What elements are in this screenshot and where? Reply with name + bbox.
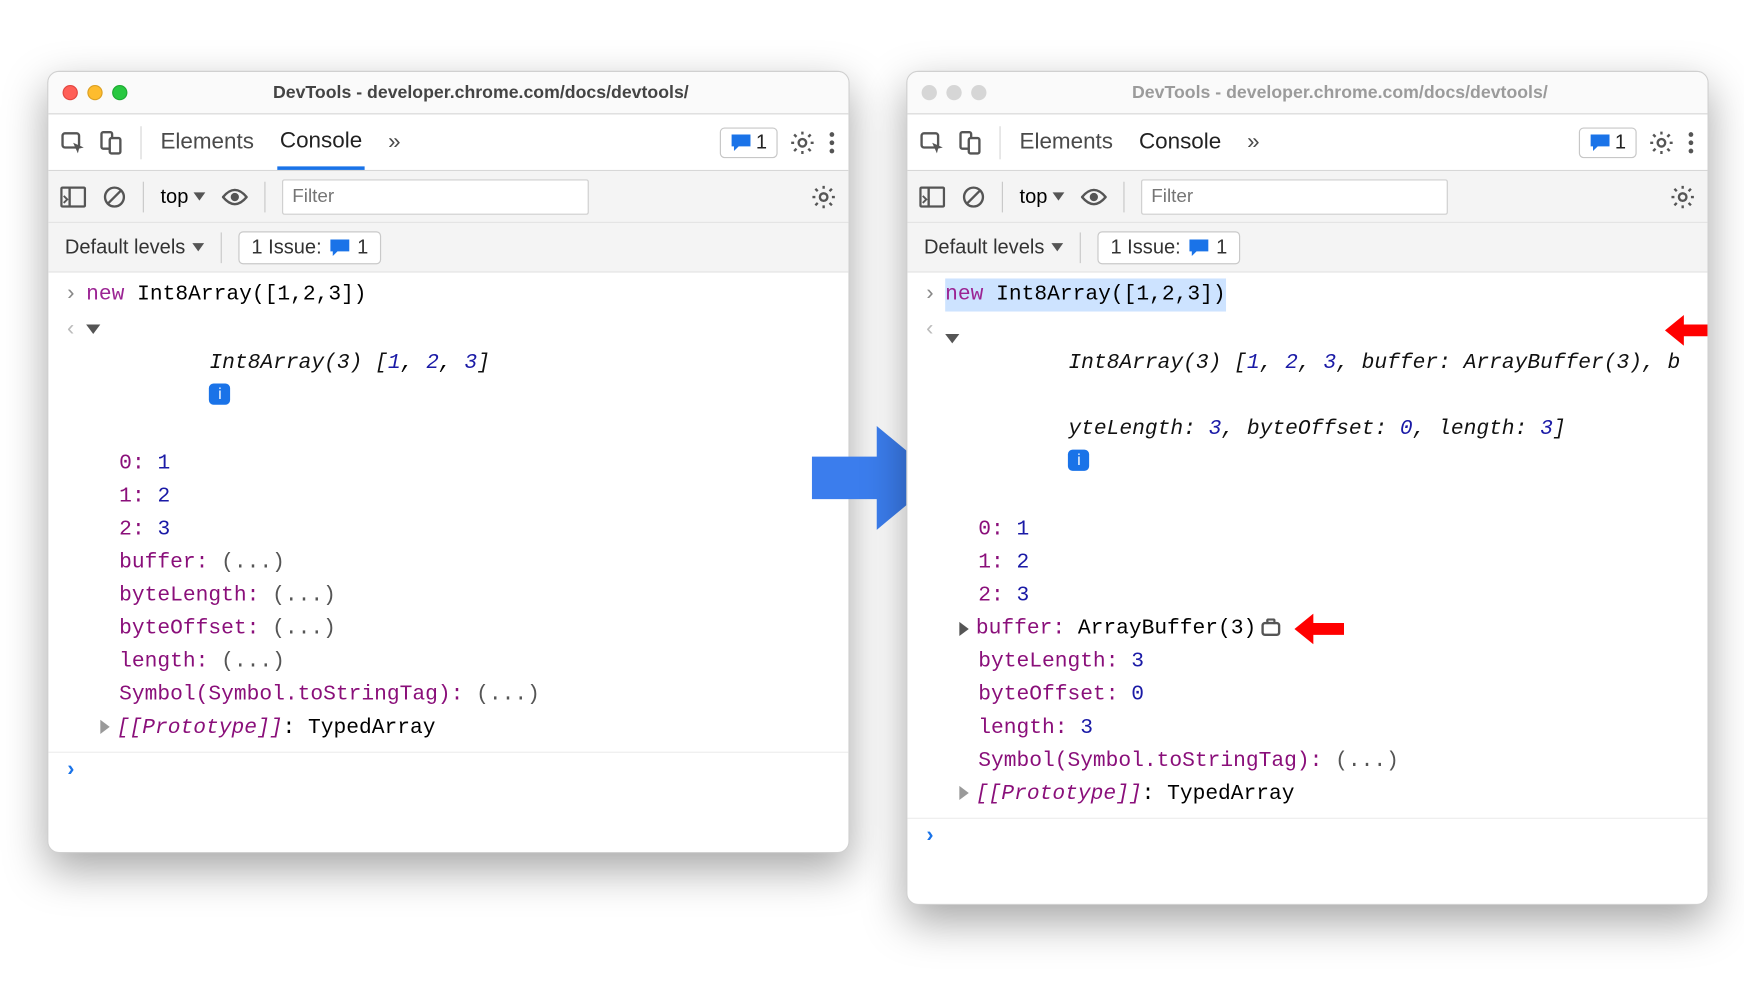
property-row[interactable]: 2: 3 [96, 513, 849, 546]
levels-selector[interactable]: Default levels [65, 235, 204, 259]
expand-icon[interactable] [959, 622, 968, 636]
chevron-right-icon: › [914, 278, 945, 311]
gear-icon[interactable] [789, 129, 815, 155]
messages-count: 1 [756, 130, 767, 154]
gear-icon[interactable] [1648, 129, 1674, 155]
device-icon[interactable] [957, 129, 983, 155]
context-selector[interactable]: top [1020, 185, 1064, 209]
property-row[interactable]: Symbol(Symbol.toStringTag): (...) [96, 679, 849, 712]
traffic-lights[interactable] [922, 85, 987, 100]
context-selector[interactable]: top [160, 185, 204, 209]
tab-elements[interactable]: Elements [1017, 117, 1115, 168]
main-toolbar: Elements Console » 1 [907, 114, 1707, 171]
expand-toggle-icon[interactable] [945, 334, 959, 343]
device-icon[interactable] [98, 129, 124, 155]
inspect-icon[interactable] [919, 129, 945, 155]
console-output: › new Int8Array([1,2,3]) ‹ Int8Array(3) … [48, 273, 848, 852]
console-result-row[interactable]: ‹ Int8Array(3) [1, 2, 3, buffer: ArrayBu… [907, 313, 1707, 514]
prompt-icon: › [55, 754, 86, 787]
console-input-row[interactable]: › new Int8Array([1,2,3]) [907, 277, 1707, 312]
console-prompt-row[interactable]: › [907, 818, 1707, 855]
property-row[interactable]: byteLength: 3 [955, 645, 1708, 678]
traffic-lights[interactable] [63, 85, 128, 100]
issues-button[interactable]: 1 Issue: 1 [238, 231, 381, 264]
property-row[interactable]: 0: 1 [955, 513, 1708, 546]
tab-elements[interactable]: Elements [158, 117, 256, 168]
chevron-down-icon [1051, 243, 1063, 251]
chevron-left-icon: ‹ [914, 314, 945, 347]
devtools-window-left: DevTools - developer.chrome.com/docs/dev… [47, 71, 849, 853]
property-row[interactable]: buffer: (...) [96, 546, 849, 579]
property-row[interactable]: length: (...) [96, 645, 849, 678]
prompt-icon: › [914, 820, 945, 853]
console-sidebar-icon[interactable] [60, 185, 86, 209]
expand-icon[interactable] [959, 786, 968, 800]
console-input-row[interactable]: › new Int8Array([1,2,3]) [48, 277, 848, 312]
property-row[interactable]: 0: 1 [96, 447, 849, 480]
levels-selector[interactable]: Default levels [924, 235, 1063, 259]
property-row[interactable]: byteOffset: 0 [955, 679, 1708, 712]
console-filter-bar: Default levels 1 Issue: 1 [48, 223, 848, 273]
chevron-down-icon [1052, 192, 1064, 200]
live-expression-icon[interactable] [1080, 187, 1106, 206]
property-row[interactable]: [[Prototype]]: TypedArray [955, 778, 1708, 811]
clear-icon[interactable] [103, 185, 127, 209]
chevron-right-icon: › [55, 278, 86, 311]
devtools-window-right: DevTools - developer.chrome.com/docs/dev… [906, 71, 1708, 905]
chevron-down-icon [192, 243, 204, 251]
window-title: DevTools - developer.chrome.com/docs/dev… [986, 83, 1693, 103]
property-row[interactable]: 2: 3 [955, 579, 1708, 612]
console-sidebar-icon[interactable] [919, 185, 945, 209]
titlebar: DevTools - developer.chrome.com/docs/dev… [48, 72, 848, 114]
chevron-left-icon: ‹ [55, 314, 86, 347]
live-expression-icon[interactable] [221, 187, 247, 206]
console-prompt-row[interactable]: › [48, 752, 848, 789]
property-row[interactable]: buffer: ArrayBuffer(3) [955, 612, 1708, 645]
chevron-down-icon [193, 192, 205, 200]
console-result-row[interactable]: ‹ Int8Array(3) [1, 2, 3] i [48, 313, 848, 448]
expand-toggle-icon[interactable] [86, 325, 100, 334]
console-toolbar: top [907, 171, 1707, 223]
console-settings-icon[interactable] [1670, 183, 1696, 209]
property-row[interactable]: 1: 2 [96, 480, 849, 513]
tab-console[interactable]: Console [1137, 117, 1224, 168]
inspect-icon[interactable] [60, 129, 86, 155]
titlebar: DevTools - developer.chrome.com/docs/dev… [907, 72, 1707, 114]
console-toolbar: top [48, 171, 848, 223]
memory-inspector-icon[interactable] [1261, 622, 1280, 636]
filter-input[interactable] [282, 179, 589, 214]
annotation-arrow-icon [1294, 614, 1344, 645]
console-filter-bar: Default levels 1 Issue: 1 [907, 223, 1707, 273]
console-settings-icon[interactable] [811, 183, 837, 209]
expand-icon[interactable] [100, 720, 109, 734]
info-icon[interactable]: i [1068, 450, 1089, 471]
property-row[interactable]: length: 3 [955, 712, 1708, 745]
property-row[interactable]: 1: 2 [955, 546, 1708, 579]
messages-count: 1 [1615, 130, 1626, 154]
console-output: › new Int8Array([1,2,3]) ‹ Int8Array(3) … [907, 273, 1707, 904]
kebab-icon[interactable] [827, 129, 836, 155]
main-toolbar: Elements Console » 1 [48, 114, 848, 171]
tab-more[interactable]: » [1245, 117, 1262, 168]
clear-icon[interactable] [962, 185, 986, 209]
property-row[interactable]: byteOffset: (...) [96, 612, 849, 645]
property-row[interactable]: byteLength: (...) [96, 579, 849, 612]
kebab-icon[interactable] [1686, 129, 1695, 155]
property-row[interactable]: [[Prototype]]: TypedArray [96, 712, 849, 745]
property-row[interactable]: Symbol(Symbol.toStringTag): (...) [955, 745, 1708, 778]
tab-more[interactable]: » [386, 117, 403, 168]
messages-badge[interactable]: 1 [719, 127, 777, 158]
tab-console[interactable]: Console [278, 115, 365, 169]
info-icon[interactable]: i [209, 383, 230, 404]
issues-button[interactable]: 1 Issue: 1 [1097, 231, 1240, 264]
window-title: DevTools - developer.chrome.com/docs/dev… [127, 83, 834, 103]
filter-input[interactable] [1141, 179, 1448, 214]
annotation-arrow-icon [1665, 315, 1709, 346]
messages-badge[interactable]: 1 [1578, 127, 1636, 158]
